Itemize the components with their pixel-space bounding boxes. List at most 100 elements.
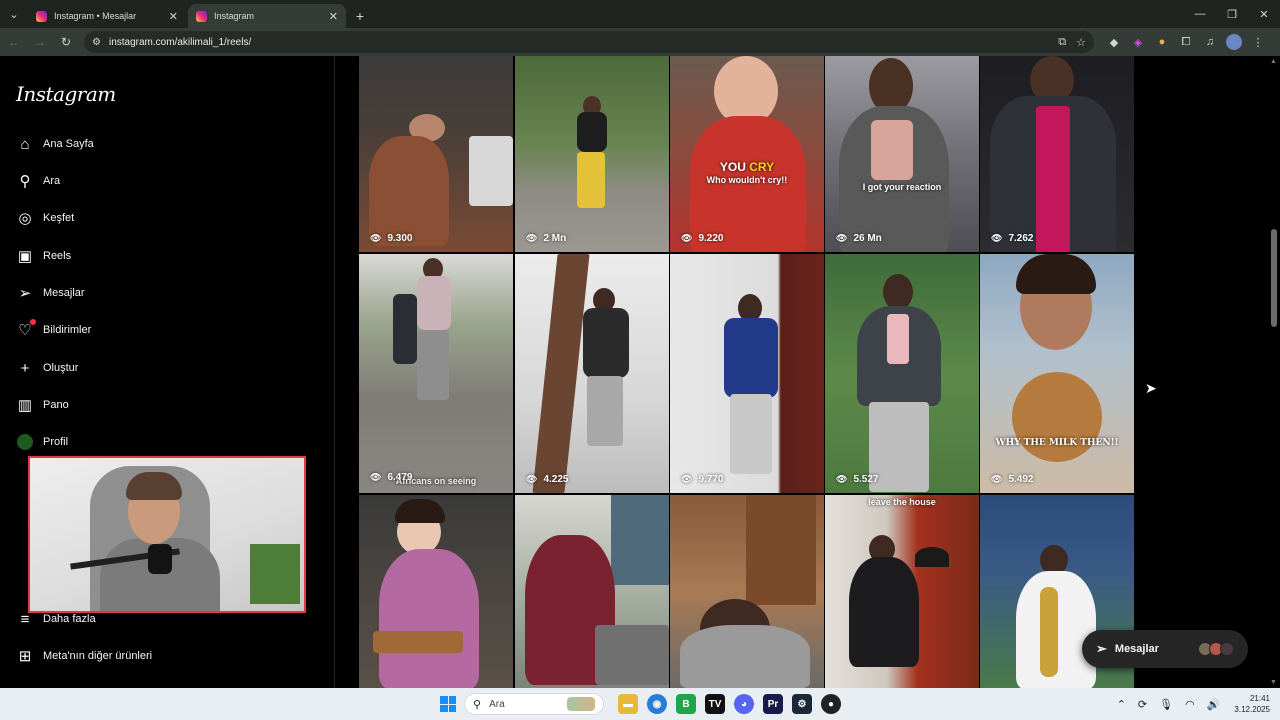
- address-bar[interactable]: ⚙ instagram.com/akilimali_1/reels/ ⧉ ☆: [84, 31, 1094, 53]
- extensions-area: ◆ ◈ ● ⧠ ♫ ⋮: [1102, 31, 1270, 53]
- browser-tab-active[interactable]: Instagram ✕: [188, 4, 346, 28]
- extension-icon[interactable]: ◈: [1126, 31, 1150, 53]
- new-tab-button[interactable]: +: [348, 4, 372, 28]
- view-count: 2 Mn: [543, 233, 567, 244]
- sidebar-item-label: Mesajlar: [43, 287, 85, 299]
- sync-icon[interactable]: ⟳: [1138, 698, 1147, 711]
- eye-icon: 👁: [526, 233, 538, 243]
- scroll-up-arrow-icon[interactable]: ▲: [1270, 58, 1277, 65]
- sidebar-item-messages[interactable]: ➢ Mesajlar: [16, 281, 85, 305]
- home-icon: ⌂: [20, 135, 30, 153]
- sidebar-item-label: Daha fazla: [43, 613, 96, 625]
- eye-icon: 👁: [836, 233, 848, 243]
- sidebar-item-explore[interactable]: ◎ Keşfet: [16, 206, 74, 230]
- view-count: 9.770: [698, 474, 724, 485]
- instagram-logo[interactable]: Instagram: [16, 82, 116, 106]
- chrome-icon[interactable]: ◉: [647, 694, 667, 714]
- reel-thumbnail[interactable]: I got your reaction 👁 26 Mn: [825, 56, 979, 252]
- site-info-icon[interactable]: ⚙: [92, 37, 101, 48]
- plus-icon: +: [20, 359, 30, 377]
- sidebar-item-label: Reels: [43, 250, 72, 262]
- app-dark-icon[interactable]: ●: [821, 694, 841, 714]
- clock-time: 21:41: [1249, 694, 1270, 703]
- windows-start-button[interactable]: [440, 696, 456, 712]
- sidebar-item-label: Ana Sayfa: [43, 138, 94, 150]
- media-control-icon[interactable]: ♫: [1198, 31, 1222, 53]
- sidebar-item-notifications[interactable]: ♡ Bildirimler: [16, 318, 91, 342]
- browser-menu-icon[interactable]: ⋮: [1246, 31, 1270, 53]
- tab-search-button[interactable]: ⌄: [0, 0, 28, 28]
- minimize-icon[interactable]: —: [1184, 0, 1216, 28]
- reel-caption: YOU CRY: [719, 160, 775, 174]
- close-tab-icon[interactable]: ✕: [169, 10, 178, 23]
- sidebar-item-label: Oluştur: [43, 362, 79, 374]
- microphone-icon[interactable]: 🎙: [1159, 698, 1173, 711]
- windows-taskbar: ⚲ Ara ▬ ◉ B TV ◕ Pr ⚙ ● ⌃ ⟳ 🎙 ◠ 🔊 21:41 …: [0, 688, 1280, 720]
- scroll-down-arrow-icon[interactable]: ▼: [1270, 679, 1277, 686]
- instagram-favicon-icon: [196, 10, 207, 22]
- view-count: 7.262: [1008, 233, 1034, 244]
- reel-thumbnail[interactable]: 👁 7.262: [980, 56, 1134, 252]
- reel-thumbnail[interactable]: 👁 9.300: [359, 56, 513, 252]
- reel-thumbnail[interactable]: 👁 2 Mn: [515, 56, 669, 252]
- close-tab-icon[interactable]: ✕: [329, 10, 338, 23]
- steam-icon[interactable]: ⚙: [792, 694, 812, 714]
- url-text[interactable]: instagram.com/akilimali_1/reels/: [109, 37, 1048, 48]
- eye-icon: 👁: [681, 233, 693, 243]
- scrollbar-thumb[interactable]: [1271, 229, 1277, 327]
- eye-icon: 👁: [836, 474, 848, 484]
- reload-button[interactable]: ↻: [54, 30, 78, 54]
- file-explorer-icon[interactable]: ▬: [618, 694, 638, 714]
- mouse-cursor-icon: ➤: [1145, 380, 1157, 396]
- tradingview-icon[interactable]: TV: [705, 694, 725, 714]
- profile-avatar[interactable]: [1226, 34, 1242, 50]
- wifi-icon[interactable]: ◠: [1185, 698, 1195, 711]
- chevron-up-icon[interactable]: ⌃: [1117, 698, 1126, 711]
- reel-thumbnail[interactable]: [515, 495, 669, 688]
- sidebar-item-label: Bildirimler: [43, 324, 92, 336]
- extensions-puzzle-icon[interactable]: ⧠: [1174, 31, 1198, 53]
- premiere-pro-icon[interactable]: Pr: [763, 694, 783, 714]
- sidebar-item-meta-apps[interactable]: ⊞ Meta'nın diğer ürünleri: [16, 644, 152, 668]
- webcam-person-hair: [126, 472, 182, 500]
- reel-thumbnail[interactable]: [670, 495, 824, 688]
- page-scrollbar[interactable]: ▲ ▼: [1268, 56, 1280, 688]
- forward-button[interactable]: →: [28, 30, 52, 54]
- install-app-icon[interactable]: ⧉: [1058, 36, 1066, 49]
- reel-thumbnail[interactable]: Africans on seeing 👁 6.479: [359, 254, 513, 493]
- compass-icon: ◎: [18, 210, 32, 227]
- eye-icon: 👁: [681, 474, 693, 484]
- extension-icon[interactable]: ●: [1150, 31, 1174, 53]
- sidebar-item-dashboard[interactable]: ▥ Pano: [16, 393, 69, 417]
- taskbar-search[interactable]: ⚲ Ara: [464, 693, 604, 715]
- reels-grid: 👁 9.300 👁 2 Mn YOU CRY Who wouldn't cry!! …: [359, 56, 1135, 688]
- extension-icon[interactable]: ◆: [1102, 31, 1126, 53]
- messages-floating-button[interactable]: ➢ Mesajlar: [1082, 630, 1248, 668]
- taskbar-clock[interactable]: 21:41 3.12.2025: [1234, 693, 1270, 715]
- bookmark-star-icon[interactable]: ☆: [1076, 36, 1086, 49]
- reel-thumbnail[interactable]: WHY THE MILK THEN!! 👁 5.492: [980, 254, 1134, 493]
- app-green-icon[interactable]: B: [676, 694, 696, 714]
- back-button[interactable]: ←: [2, 30, 26, 54]
- sidebar-item-home[interactable]: ⌂ Ana Sayfa: [16, 132, 94, 156]
- reel-thumbnail[interactable]: [359, 495, 513, 688]
- sidebar-item-search[interactable]: ⚲ Ara: [16, 169, 61, 193]
- reel-thumbnail[interactable]: YOU CRY Who wouldn't cry!! 👁 9.220: [670, 56, 824, 252]
- reel-caption-sub: WHY THE MILK THEN!!: [995, 438, 1119, 448]
- sidebar-item-label: Keşfet: [43, 212, 75, 224]
- close-window-icon[interactable]: ✕: [1248, 0, 1280, 28]
- reel-caption-sub: leave the house: [868, 497, 936, 507]
- browser-tab[interactable]: Instagram • Mesajlar ✕: [28, 4, 186, 28]
- reel-thumbnail[interactable]: 👁 4.225: [515, 254, 669, 493]
- volume-icon[interactable]: 🔊: [1207, 698, 1221, 711]
- sidebar-item-profile[interactable]: Profil: [16, 430, 68, 454]
- browser-toolbar: ← → ↻ ⚙ instagram.com/akilimali_1/reels/…: [0, 28, 1280, 56]
- sidebar-item-label: Meta'nın diğer ürünleri: [43, 650, 153, 662]
- restore-icon[interactable]: ❐: [1216, 0, 1248, 28]
- sidebar-item-create[interactable]: + Oluştur: [16, 356, 79, 380]
- sidebar-item-reels[interactable]: ▣ Reels: [16, 244, 71, 268]
- reel-thumbnail[interactable]: 👁 9.770: [670, 254, 824, 493]
- reel-thumbnail[interactable]: 👁 5.527: [825, 254, 979, 493]
- discord-icon[interactable]: ◕: [734, 694, 754, 714]
- reel-thumbnail[interactable]: leave the house: [825, 495, 979, 688]
